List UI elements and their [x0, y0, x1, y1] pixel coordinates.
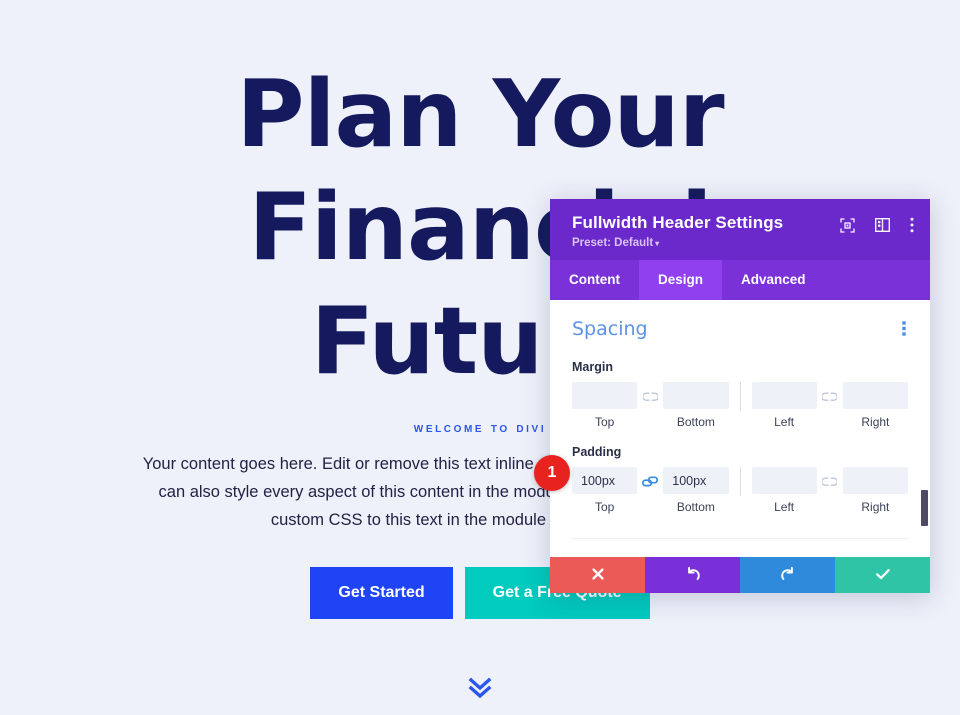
padding-left-input[interactable]	[751, 467, 817, 494]
padding-top-cell: Top	[572, 467, 638, 514]
margin-vertical-pair: Top Bottom	[572, 382, 729, 429]
padding-top-input[interactable]	[572, 467, 638, 494]
undo-arrow-icon	[685, 566, 701, 585]
panel-header-icon-group	[840, 217, 914, 238]
margin-inputs-row: Top Bottom Left Right	[572, 382, 908, 429]
margin-field-group: Margin Top Bottom Left Right	[572, 360, 908, 429]
close-x-icon	[591, 567, 605, 584]
vertical-dots-menu-icon[interactable]	[910, 217, 914, 238]
preset-selector[interactable]: Preset: Default ▾	[572, 237, 908, 249]
tab-content[interactable]: Content	[550, 260, 639, 300]
margin-right-caption: Right	[861, 415, 890, 429]
padding-inputs-row: Top Bottom	[572, 467, 908, 514]
section-options-vertical-dots-icon[interactable]	[900, 318, 908, 344]
focus-target-icon[interactable]	[840, 217, 855, 238]
margin-top-caption: Top	[594, 415, 615, 429]
section-title-spacing: Spacing	[572, 318, 648, 340]
double-chevron-down-icon[interactable]	[463, 669, 497, 703]
padding-label: Padding	[572, 445, 622, 459]
padding-left-cell: Left	[751, 467, 817, 514]
layout-panel-icon[interactable]	[874, 217, 891, 237]
save-button[interactable]	[835, 557, 930, 593]
margin-left-caption: Left	[774, 415, 795, 429]
margin-right-input[interactable]	[842, 382, 908, 409]
chain-unlinked-icon-padding-horizontal[interactable]	[817, 476, 843, 487]
margin-horizontal-pair: Left Right	[751, 382, 908, 429]
chain-unlinked-icon-margin-horizontal[interactable]	[817, 391, 843, 402]
padding-bottom-caption: Bottom	[676, 500, 715, 514]
padding-top-caption: Top	[594, 500, 615, 514]
padding-left-caption: Left	[774, 500, 795, 514]
body-divider	[572, 538, 908, 539]
margin-right-cell: Right	[842, 382, 908, 429]
padding-bottom-input[interactable]	[663, 467, 729, 494]
margin-bottom-cell: Bottom	[663, 382, 729, 429]
redo-arrow-icon	[780, 566, 796, 585]
panel-scrollbar[interactable]	[921, 304, 928, 553]
tab-design[interactable]: Design	[639, 260, 723, 300]
step-marker-badge: 1	[534, 455, 570, 491]
margin-top-cell: Top	[572, 382, 638, 429]
undo-button[interactable]	[645, 557, 740, 593]
panel-scrollbar-thumb[interactable]	[921, 490, 928, 526]
margin-divider	[739, 382, 741, 411]
tab-advanced[interactable]: Advanced	[722, 260, 825, 300]
preset-label: Preset: Default	[572, 237, 654, 249]
padding-vertical-pair: Top Bottom	[572, 467, 729, 514]
panel-footer	[550, 557, 930, 593]
padding-bottom-cell: Bottom	[663, 467, 729, 514]
margin-bottom-caption: Bottom	[676, 415, 715, 429]
margin-left-input[interactable]	[751, 382, 817, 409]
margin-label: Margin	[572, 360, 613, 374]
get-started-button[interactable]: Get Started	[310, 567, 453, 620]
cancel-button[interactable]	[550, 557, 645, 593]
padding-right-caption: Right	[861, 500, 890, 514]
hero-eyebrow: Welcome to Divi	[413, 420, 547, 437]
padding-field-group: Padding Top Bottom	[572, 445, 908, 514]
margin-top-input[interactable]	[572, 382, 638, 409]
checkmark-icon	[875, 567, 891, 584]
padding-divider	[739, 467, 741, 496]
spacing-section-header: Spacing	[572, 318, 908, 344]
chain-unlinked-icon-margin-vertical[interactable]	[637, 391, 663, 402]
fullwidth-header-settings-panel: Fullwidth Header Settings Preset: Defaul…	[550, 199, 930, 593]
chevron-down-icon: ▾	[655, 239, 660, 248]
margin-left-cell: Left	[751, 382, 817, 429]
padding-right-input[interactable]	[842, 467, 908, 494]
chain-linked-icon-padding-vertical[interactable]	[637, 476, 663, 487]
redo-button[interactable]	[740, 557, 835, 593]
panel-tab-bar: Content Design Advanced	[550, 260, 930, 300]
margin-bottom-input[interactable]	[663, 382, 729, 409]
panel-header: Fullwidth Header Settings Preset: Defaul…	[550, 199, 930, 260]
padding-horizontal-pair: Left Right	[751, 467, 908, 514]
padding-right-cell: Right	[842, 467, 908, 514]
panel-body: Spacing Margin Top Bottom Left Right Pad…	[550, 300, 930, 557]
